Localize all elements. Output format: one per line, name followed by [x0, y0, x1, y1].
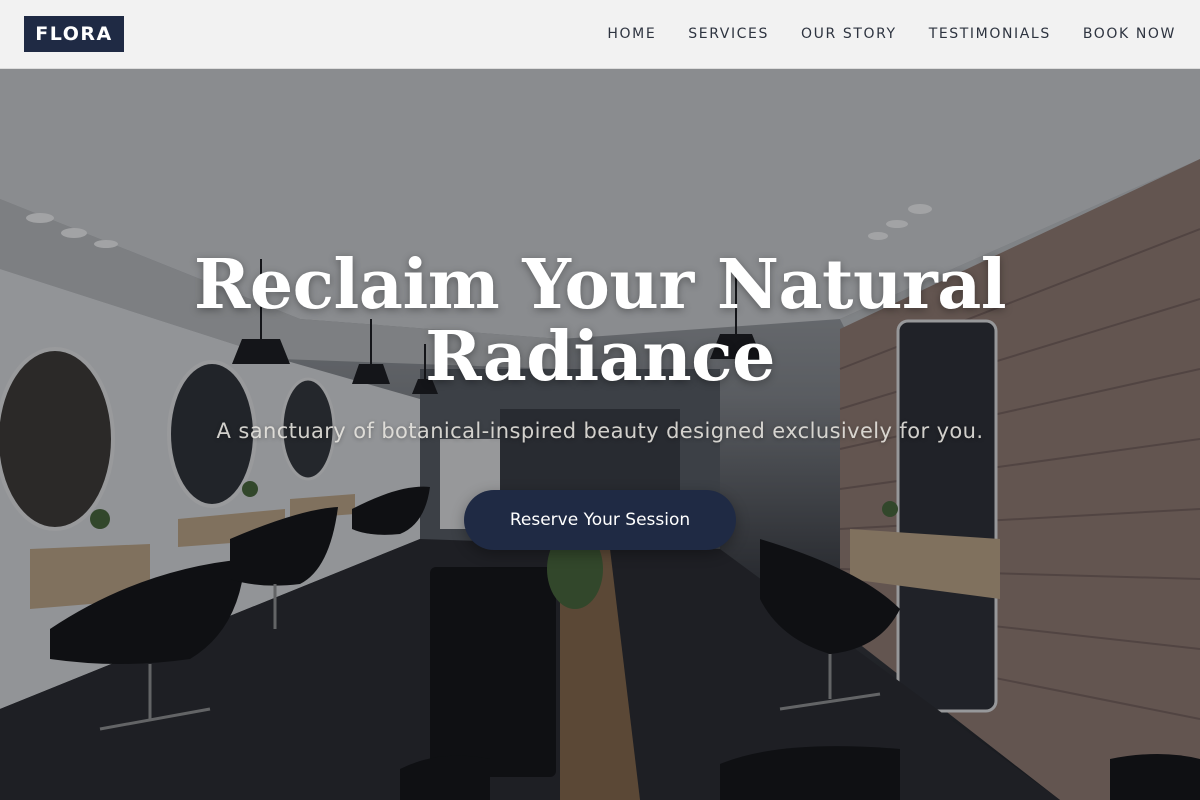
- hero-section: Reclaim Your Natural Radiance A sanctuar…: [0, 69, 1200, 800]
- hero-subtitle: A sanctuary of botanical-inspired beauty…: [216, 419, 984, 443]
- hero-title-line-2: Radiance: [425, 317, 775, 397]
- nav-link-testimonials[interactable]: TESTIMONIALS: [929, 26, 1051, 42]
- nav-link-services[interactable]: SERVICES: [688, 26, 769, 42]
- nav-link-book-now[interactable]: BOOK NOW: [1083, 26, 1176, 42]
- hero-title: Reclaim Your Natural Radiance: [0, 249, 1200, 393]
- nav-link-home[interactable]: HOME: [607, 26, 656, 42]
- nav-link-our-story[interactable]: OUR STORY: [801, 26, 897, 42]
- logo[interactable]: FLORA: [24, 16, 124, 52]
- reserve-session-button[interactable]: Reserve Your Session: [464, 490, 736, 550]
- hero-title-line-1: Reclaim Your Natural: [193, 245, 1007, 325]
- main-nav: HOME SERVICES OUR STORY TESTIMONIALS BOO…: [575, 26, 1176, 42]
- site-header: FLORA HOME SERVICES OUR STORY TESTIMONIA…: [0, 0, 1200, 69]
